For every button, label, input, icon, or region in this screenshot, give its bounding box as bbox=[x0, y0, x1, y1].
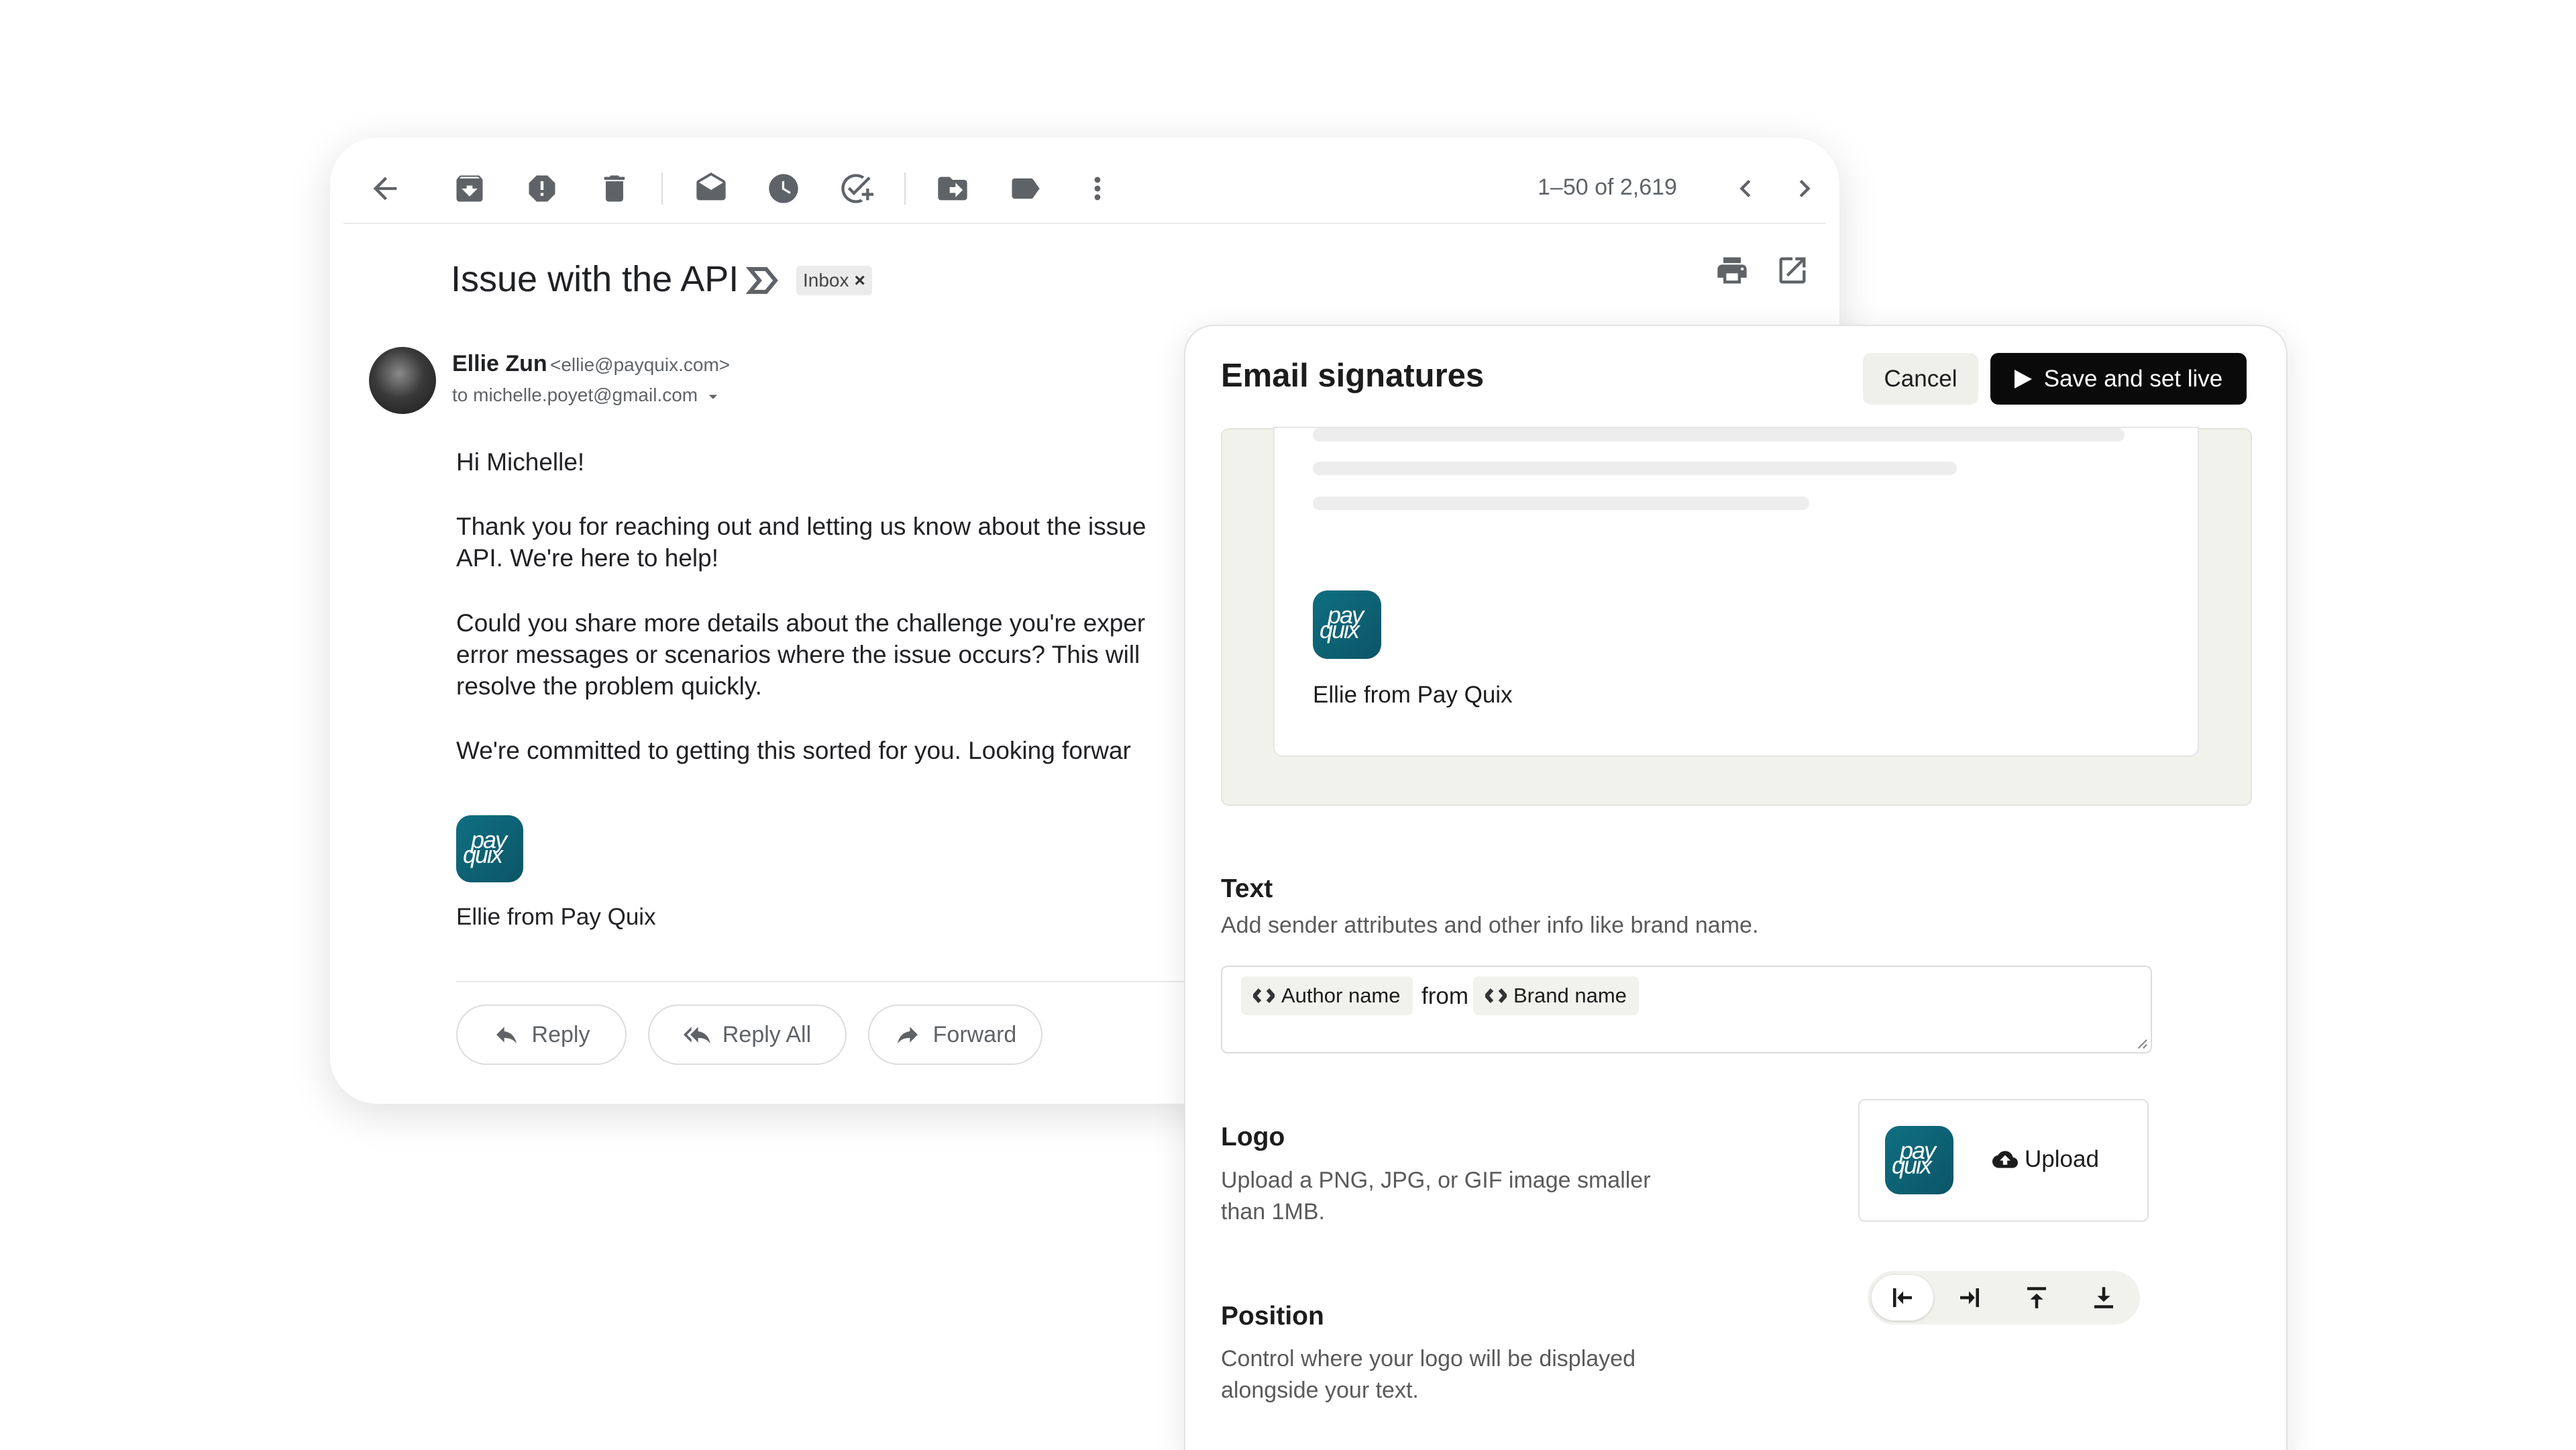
reply-label: Reply bbox=[531, 1021, 590, 1047]
email-body-greeting: Hi Michelle! bbox=[456, 448, 585, 476]
token-joiner-text: from bbox=[1421, 983, 1468, 1009]
back-arrow-icon[interactable] bbox=[366, 170, 404, 207]
toolbar-divider bbox=[343, 223, 1826, 224]
reply-button[interactable]: Reply bbox=[456, 1004, 627, 1065]
open-in-new-window-icon[interactable] bbox=[1774, 252, 1811, 289]
text-section-description: Add sender attributes and other info lik… bbox=[1221, 913, 1759, 938]
forward-label: Forward bbox=[932, 1021, 1017, 1047]
label-chip-inbox[interactable]: Inbox × bbox=[796, 266, 872, 295]
logo-section-description: Upload a PNG, JPG, or GIF image smaller bbox=[1221, 1168, 1651, 1193]
cloud-upload-icon bbox=[1992, 1151, 2018, 1168]
code-variable-icon bbox=[1253, 988, 1275, 1003]
dropdown-caret-icon[interactable] bbox=[703, 386, 723, 407]
placeholder-line bbox=[1313, 462, 1957, 475]
email-body-line: error messages or scenarios where the is… bbox=[456, 641, 1140, 668]
recipient-line[interactable]: to michelle.poyet@gmail.com bbox=[452, 384, 723, 407]
print-icon[interactable] bbox=[1713, 252, 1751, 289]
email-subject: Issue with the API bbox=[451, 259, 739, 299]
payquix-logo: pay quix bbox=[456, 815, 523, 882]
logo-section-description: than 1MB. bbox=[1221, 1199, 1325, 1225]
text-section-title: Text bbox=[1221, 874, 1273, 903]
position-right-button[interactable] bbox=[1939, 1275, 2000, 1320]
align-left-icon bbox=[1893, 1288, 1912, 1307]
report-spam-icon[interactable] bbox=[523, 170, 561, 207]
code-variable-icon bbox=[1485, 988, 1507, 1003]
mark-unread-icon[interactable] bbox=[692, 170, 730, 207]
sender-name[interactable]: Ellie Zun bbox=[452, 351, 547, 377]
label-chip-text: Inbox bbox=[803, 270, 849, 291]
sender-email: <ellie@payquix.com> bbox=[550, 354, 731, 375]
align-top-icon bbox=[2027, 1287, 2046, 1308]
logo-position-toggle-group bbox=[1868, 1271, 2140, 1325]
email-body-line: resolve the problem quickly. bbox=[456, 672, 762, 700]
delete-icon[interactable] bbox=[596, 170, 633, 207]
align-bottom-icon bbox=[2094, 1287, 2113, 1308]
snooze-icon[interactable] bbox=[765, 170, 802, 207]
placeholder-line bbox=[1313, 428, 2125, 442]
signature-preview-card: pay quix Ellie from Pay Quix bbox=[1273, 427, 2199, 757]
chevron-right-icon[interactable] bbox=[1786, 170, 1823, 207]
cancel-button[interactable]: Cancel bbox=[1863, 353, 1978, 405]
reply-all-icon bbox=[683, 1027, 710, 1044]
archive-icon[interactable] bbox=[451, 170, 488, 207]
more-vert-icon[interactable] bbox=[1079, 170, 1116, 207]
brand-name-token[interactable]: Brand name bbox=[1473, 976, 1639, 1015]
label-icon[interactable] bbox=[1006, 170, 1044, 207]
preview-signature-name: Ellie from Pay Quix bbox=[1313, 682, 1513, 708]
resize-handle-icon[interactable] bbox=[2136, 1037, 2148, 1049]
chevron-left-icon[interactable] bbox=[1727, 170, 1764, 207]
position-section-description: Control where your logo will be displaye… bbox=[1221, 1346, 1635, 1371]
token-label: Brand name bbox=[1513, 984, 1627, 1007]
upload-button[interactable]: Upload bbox=[1992, 1146, 2099, 1173]
payquix-logo: pay quix bbox=[1885, 1126, 1953, 1194]
email-body-line: We're committed to getting this sorted f… bbox=[456, 737, 1131, 764]
logo-section-title: Logo bbox=[1221, 1123, 1285, 1151]
position-section-description: alongside your text. bbox=[1221, 1378, 1419, 1403]
panel-title: Email signatures bbox=[1221, 358, 1485, 394]
important-marker-icon[interactable] bbox=[745, 265, 780, 296]
email-body-line: Thank you for reaching out and letting u… bbox=[456, 513, 1146, 540]
reply-icon bbox=[496, 1027, 517, 1044]
signature-name: Ellie from Pay Quix bbox=[456, 904, 656, 930]
position-section-title: Position bbox=[1221, 1302, 1324, 1331]
recipient-text: to michelle.poyet@gmail.com bbox=[452, 384, 698, 405]
message-count: 1–50 of 2,619 bbox=[1538, 174, 1677, 200]
position-bottom-button[interactable] bbox=[2073, 1275, 2135, 1320]
remove-label-icon[interactable]: × bbox=[855, 270, 865, 291]
sender-avatar[interactable] bbox=[369, 347, 436, 414]
forward-icon bbox=[897, 1027, 918, 1044]
email-body-line: API. We're here to help! bbox=[456, 544, 718, 572]
position-left-button[interactable] bbox=[1872, 1275, 1933, 1320]
payquix-logo: pay quix bbox=[1313, 590, 1381, 659]
email-body-line: Could you share more details about the c… bbox=[456, 609, 1146, 637]
author-name-token[interactable]: Author name bbox=[1241, 976, 1413, 1015]
position-top-button[interactable] bbox=[2006, 1275, 2068, 1320]
placeholder-line bbox=[1313, 497, 1809, 510]
reply-all-label: Reply All bbox=[722, 1021, 812, 1047]
toolbar-separator bbox=[904, 172, 906, 205]
signature-preview-area: pay quix Ellie from Pay Quix bbox=[1221, 427, 2252, 806]
toolbar-separator bbox=[661, 172, 663, 205]
upload-label: Upload bbox=[2025, 1146, 2099, 1172]
logo-upload-box[interactable]: pay quix Upload bbox=[1858, 1099, 2149, 1222]
play-icon bbox=[2014, 369, 2032, 389]
token-label: Author name bbox=[1281, 984, 1401, 1007]
save-label: Save and set live bbox=[2043, 365, 2223, 392]
save-and-set-live-button[interactable]: Save and set live bbox=[1990, 353, 2247, 405]
align-right-icon bbox=[1960, 1288, 1979, 1307]
add-to-tasks-icon[interactable] bbox=[837, 170, 875, 207]
forward-button[interactable]: Forward bbox=[868, 1004, 1042, 1065]
move-to-icon[interactable] bbox=[934, 170, 971, 207]
email-signatures-panel: Email signatures Cancel Save and set liv… bbox=[1184, 325, 2288, 1450]
signature-text-field[interactable]: Author name from Brand name bbox=[1221, 966, 2152, 1053]
reply-all-button[interactable]: Reply All bbox=[648, 1004, 847, 1065]
